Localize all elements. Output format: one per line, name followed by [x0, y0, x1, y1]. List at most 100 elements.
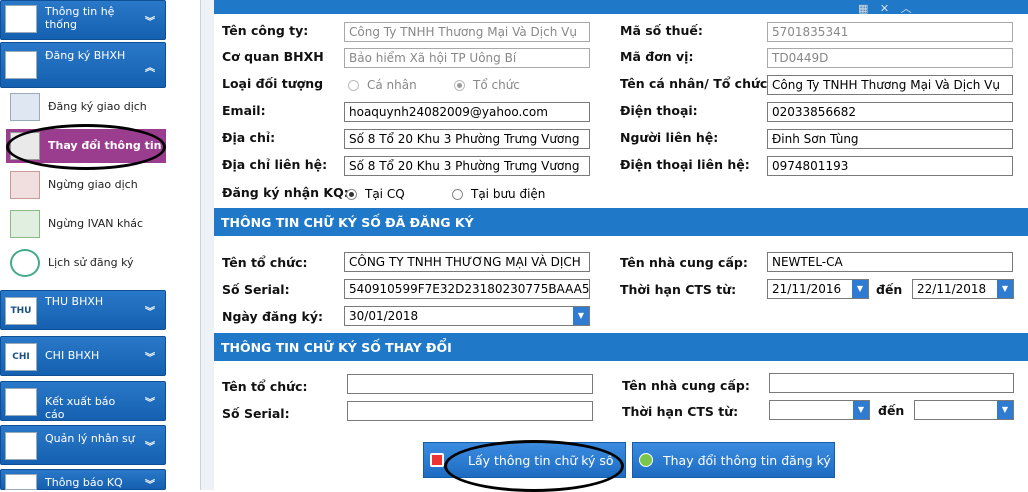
email-field[interactable]: hoaquynh24082009@yahoo.com: [344, 102, 590, 122]
chevron-down-icon: ︾: [145, 442, 155, 453]
sidebar-header-hr-management[interactable]: Quản lý nhân sự ︾: [0, 425, 166, 465]
new-sig-org-name-label: Tên tổ chức:: [222, 379, 308, 394]
sig-org-name-field[interactable]: CÔNG TY TNHH THƯƠNG MẠI VÀ DỊCH: [344, 252, 590, 272]
get-signature-info-button[interactable]: Lấy thông tin chữ ký số: [423, 442, 626, 478]
chevron-down-icon: ︾: [145, 480, 155, 491]
sig-valid-from-picker[interactable]: 21/11/2016 ▼: [767, 279, 869, 299]
sidebar-header-label: Thông báo KQ: [45, 476, 123, 489]
sidebar-header-label: Thông tin hệ thống: [45, 5, 115, 31]
folder-people-icon: [5, 432, 37, 460]
company-name-field[interactable]: Công Ty TNHH Thương Mại Và Dịch Vụ: [344, 22, 590, 42]
clock-icon: [10, 249, 40, 277]
register-transaction-icon: [10, 93, 40, 121]
radio-at-post-office[interactable]: Tại bưu điện: [452, 187, 545, 201]
new-sig-org-name-field[interactable]: [347, 374, 593, 394]
stop-ivan-icon: [10, 210, 40, 238]
edit-pencil-icon: [10, 132, 40, 160]
sig-serial-field[interactable]: 540910599F7E32D23180230775BAAA52: [344, 279, 590, 299]
new-sig-valid-to-picker[interactable]: ▼: [914, 400, 1014, 420]
new-sig-serial-field[interactable]: [347, 401, 593, 421]
new-sig-provider-field[interactable]: [769, 373, 1014, 393]
person-org-name-field[interactable]: Công Ty TNHH Thương Mại Và Dịch Vụ: [767, 75, 1013, 95]
sig-register-date-picker[interactable]: 30/01/2018 ▼: [344, 306, 590, 326]
sidebar-header-export-report[interactable]: Kết xuất báo cáo ︾: [0, 381, 166, 421]
contact-phone-label: Điện thoại liên hệ:: [620, 157, 750, 172]
usb-token-icon: [430, 453, 444, 467]
sig-provider-field[interactable]: NEWTEL-CA: [767, 252, 1013, 272]
window-tools-icon[interactable]: ▦ ✕ ︿: [858, 0, 916, 16]
chevron-down-icon: ︾: [145, 307, 155, 318]
radio-label: Tổ chức: [473, 78, 520, 92]
splitter[interactable]: [200, 0, 214, 490]
radio-dot: [454, 79, 465, 91]
company-name-label: Tên công ty:: [222, 23, 309, 38]
registration-icon: [5, 51, 37, 79]
sidebar-item-label: Thay đổi thông tin: [48, 139, 162, 152]
sidebar-item-stop-transaction[interactable]: Ngừng giao dịch: [6, 168, 166, 202]
section-registered-signature: THÔNG TIN CHỮ KÝ SỐ ĐÃ ĐĂNG KÝ: [214, 208, 1028, 236]
sidebar-item-label: Đăng ký giao dịch: [48, 100, 147, 113]
contact-address-field[interactable]: Số 8 Tổ 20 Khu 3 Phường Trưng Vương: [344, 156, 590, 176]
radio-dot: [452, 188, 463, 200]
sidebar-header-thu-bhxh[interactable]: THU THU BHXH ︾: [0, 290, 166, 330]
button-label: Thay đổi thông tin đăng ký: [663, 452, 831, 468]
sidebar-header-chi-bhxh[interactable]: CHI CHI BHXH ︾: [0, 336, 166, 376]
phone-field[interactable]: 02033856682: [767, 102, 1013, 122]
contact-phone-field[interactable]: 0974801193: [767, 156, 1013, 176]
sig-provider-label: Tên nhà cung cấp:: [620, 255, 748, 270]
new-sig-valid-from-picker[interactable]: ▼: [769, 400, 870, 420]
dropdown-arrow-icon[interactable]: ▼: [997, 401, 1013, 419]
sig-valid-to-picker[interactable]: 22/11/2018 ▼: [912, 279, 1014, 299]
chevron-up-icon: ︽: [145, 63, 155, 74]
radio-at-agency[interactable]: Tại CQ: [346, 187, 405, 201]
sidebar-header-label: THU BHXH: [45, 295, 104, 308]
radio-label: Tại bưu điện: [471, 187, 546, 201]
unit-code-field[interactable]: TD0449D: [767, 48, 1013, 68]
sidebar-item-label: Lịch sử đăng ký: [48, 256, 134, 269]
phone-label: Điện thoại:: [620, 103, 698, 118]
chevron-down-icon: ︾: [145, 353, 155, 364]
sidebar-header-label: CHI BHXH: [45, 349, 100, 362]
chi-icon: CHI: [5, 343, 37, 371]
person-org-name-label: Tên cá nhân/ Tổ chức: [620, 76, 768, 91]
sig-serial-label: Số Serial:: [222, 282, 290, 297]
dropdown-arrow-icon[interactable]: ▼: [853, 401, 869, 419]
sig-org-name-label: Tên tổ chức:: [222, 255, 308, 270]
radio-dot: [346, 188, 357, 200]
sidebar-header-system-info[interactable]: Thông tin hệ thống ︾: [0, 0, 166, 40]
new-sig-serial-label: Số Serial:: [222, 406, 290, 421]
subject-type-label: Loại đối tượng: [222, 76, 324, 91]
notice-icon: [5, 474, 37, 490]
change-registration-info-button[interactable]: Thay đổi thông tin đăng ký: [632, 442, 835, 478]
contact-person-label: Người liên hệ:: [620, 130, 719, 145]
dropdown-arrow-icon[interactable]: ▼: [997, 280, 1013, 298]
sidebar-header-result-notice[interactable]: Thông báo KQ ︾: [0, 469, 166, 491]
sidebar-item-label: Ngừng IVAN khác: [48, 217, 144, 230]
new-sig-to-label: đến: [878, 403, 905, 418]
contact-person-field[interactable]: Đinh Sơn Tùng: [767, 129, 1013, 149]
radio-label: Tại CQ: [365, 187, 405, 201]
sidebar-item-change-info[interactable]: Thay đổi thông tin: [6, 129, 166, 163]
date-value: 30/01/2018: [349, 309, 419, 323]
sidebar-item-stop-other-ivan[interactable]: Ngừng IVAN khác: [6, 207, 166, 241]
contact-address-label: Địa chỉ liên hệ:: [222, 157, 328, 172]
stop-transaction-icon: [10, 171, 40, 199]
date-value: 21/11/2016: [772, 282, 842, 296]
chevron-down-icon: ︾: [145, 398, 155, 409]
unit-code-label: Mã đơn vị:: [620, 49, 694, 64]
sidebar-header-bhxh-registration[interactable]: Đăng ký BHXH ︽: [0, 42, 166, 88]
sidebar-item-register-transaction[interactable]: Đăng ký giao dịch: [6, 90, 166, 124]
dropdown-arrow-icon[interactable]: ▼: [852, 280, 868, 298]
radio-organization[interactable]: Tổ chức: [454, 78, 520, 92]
dropdown-arrow-icon[interactable]: ▼: [573, 307, 589, 325]
address-field[interactable]: Số 8 Tổ 20 Khu 3 Phường Trưng Vương: [344, 129, 590, 149]
bhxh-agency-field[interactable]: Bảo hiểm Xã hội TP Uông Bí: [344, 48, 590, 68]
sidebar-item-registration-history[interactable]: Lịch sử đăng ký: [6, 246, 166, 280]
button-label: Lấy thông tin chữ ký số: [468, 452, 614, 468]
radio-individual[interactable]: Cá nhân: [348, 78, 417, 92]
sidebar-header-label: Quản lý nhân sự: [45, 432, 135, 445]
form-topbar: ▦ ✕ ︿: [214, 0, 1028, 16]
tax-code-field[interactable]: 5701835341: [767, 22, 1013, 42]
chevron-down-icon: ︾: [145, 17, 155, 28]
sidebar-header-label: Kết xuất báo cáo: [45, 395, 116, 421]
